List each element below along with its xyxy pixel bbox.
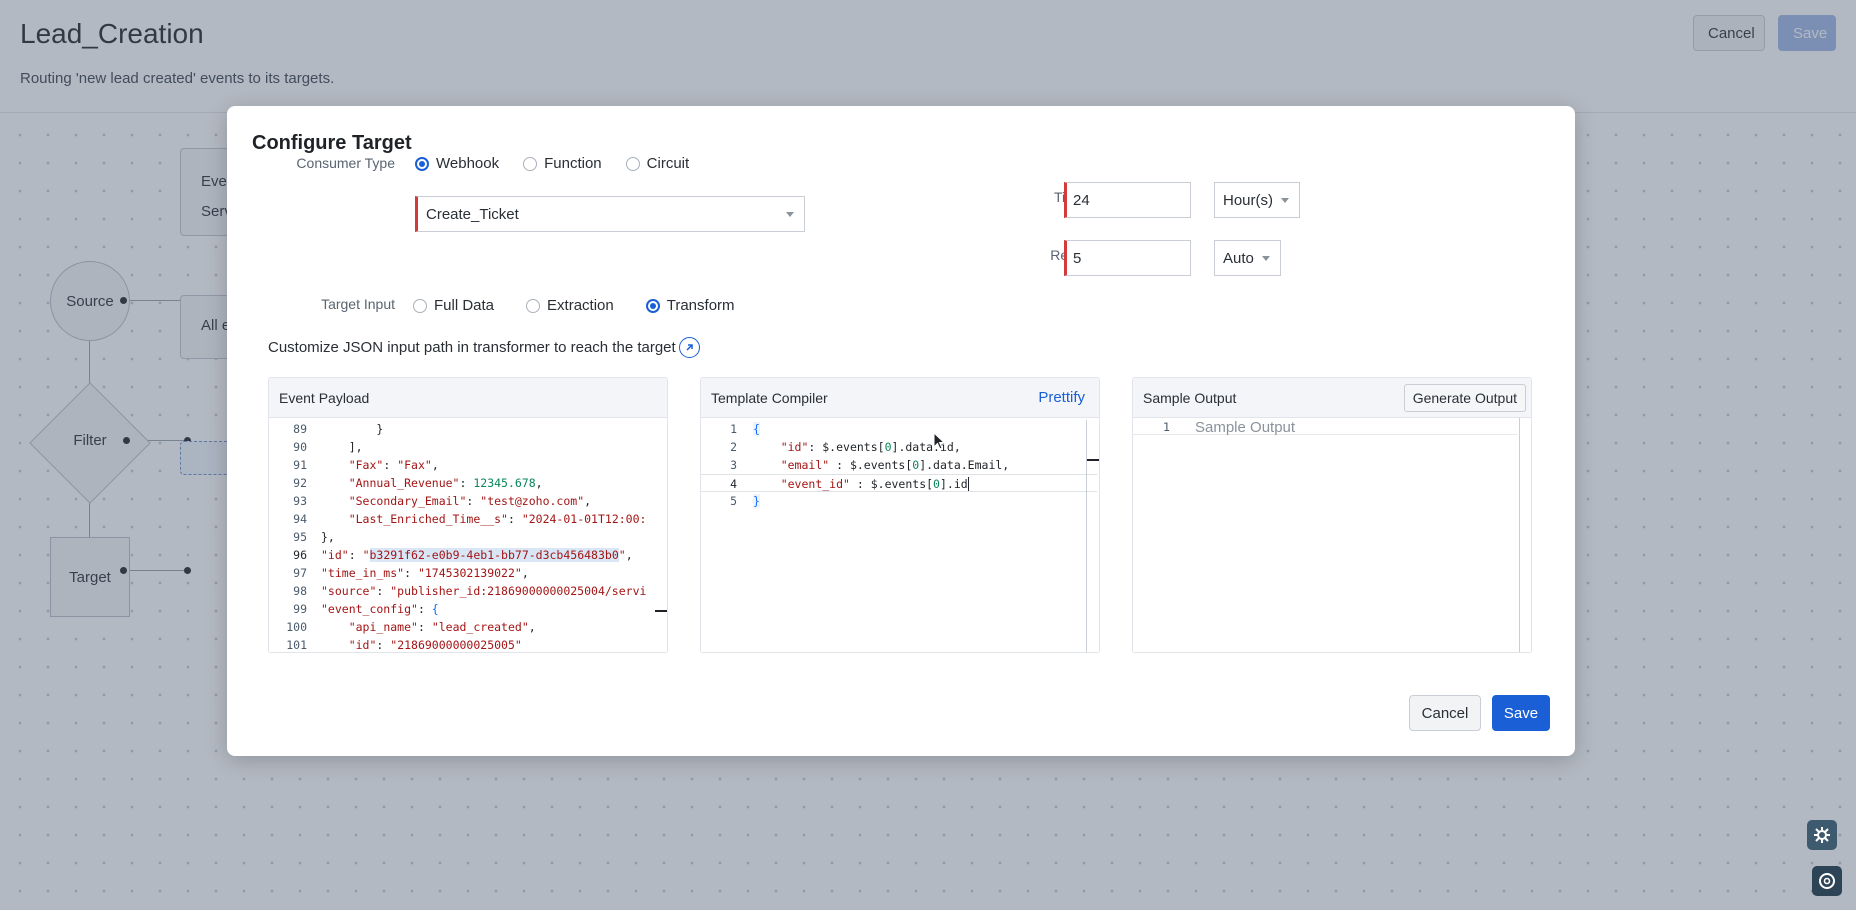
line-number: 95 [293,530,307,544]
external-link-icon[interactable] [679,337,700,358]
code-text: "id": $.events[0].data.id, [780,440,961,454]
scroll-marker [655,610,667,612]
panel-title: Template Compiler [711,390,828,406]
event-payload-panel: Event Payload 89 } 90 ], 91 "Fax": "Fax"… [268,377,668,653]
chevron-down-icon [1262,256,1270,261]
panel-title: Event Payload [279,390,370,406]
output-placeholder: Sample Output [1195,419,1296,436]
bug-report-icon[interactable] [1807,820,1837,850]
retry-mode-select[interactable]: Auto [1214,240,1281,276]
code-text: } [753,494,760,508]
payload-code-editor[interactable]: 89 } 90 ], 91 "Fax": "Fax", 92 "Annual_R… [269,420,667,652]
output-line: 1 Sample Output [1133,418,1517,436]
radio-label: Extraction [547,297,614,314]
mouse-cursor-icon [933,432,945,450]
code-text: "email" : $.events[0].data.Email, [780,458,1010,472]
code-text: "Annual_Revenue": 12345.678, [348,476,543,490]
line-number: 100 [286,620,307,634]
configure-target-modal: Configure Target Consumer Type Webhook F… [227,106,1575,756]
radio-dot [415,156,429,171]
modal-title: Configure Target [252,132,412,154]
webhook-select-value: Create_Ticket [426,205,519,223]
code-text: } [321,422,384,436]
code-text: "api_name": "lead_created", [348,620,536,634]
radio-extraction[interactable]: Extraction [526,297,614,314]
radio-dot [413,298,427,313]
line-number: 90 [293,440,307,454]
radio-circuit[interactable]: Circuit [625,155,690,172]
scroll-marker [1087,459,1099,461]
sample-output-panel: Sample Output Generate Output 1 Sample O… [1132,377,1532,653]
line-number: 97 [293,566,307,580]
panel-header: Sample Output Generate Output [1133,378,1531,418]
code-text: { [753,422,760,436]
radio-full-data[interactable]: Full Data [413,297,494,314]
line-number: 96 [293,548,307,562]
code-text: "id": "21869000000025005" [348,638,522,652]
radio-dot [526,298,541,313]
radio-label: Webhook [436,155,500,172]
code-text: "event_config": { [321,602,439,616]
line-number: 5 [730,494,737,508]
panel-title: Sample Output [1143,390,1237,406]
time-unit-select[interactable]: Hour(s) [1214,182,1300,218]
line-number: 1 [730,422,737,436]
help-icon[interactable] [1812,866,1842,896]
editor-scrollbar[interactable] [1086,420,1087,652]
code-text: "Fax": "Fax", [348,458,439,472]
line-number: 91 [293,458,307,472]
consumer-type-group: Webhook Function Circuit [415,155,713,172]
panel-header: Event Payload [269,378,667,418]
line-number: 89 [293,422,307,436]
output-scrollbar[interactable] [1519,418,1520,652]
template-code-editor[interactable]: 1 { 2 "id": $.events[0].data.id, 3 "email… [701,420,1099,652]
consumer-type-label: Consumer Type [296,155,395,171]
code-text: "Secondary_Email": "test@zoho.com", [348,494,592,508]
line-number: 4 [730,477,737,491]
line-number: 93 [293,494,307,508]
radio-transform[interactable]: Transform [645,297,735,314]
radio-dot [645,298,660,313]
line-number: 99 [293,602,307,616]
modal-save-button[interactable]: Save [1492,695,1550,731]
line-number: 3 [730,458,737,472]
code-text: "id": "b3291f62-e0b9-4eb1-bb77-d3cb45648… [321,548,633,562]
code-text: "time_in_ms": "1745302139022", [321,566,529,580]
time-to-live-input[interactable] [1064,182,1191,218]
target-input-group: Full Data Extraction Transform [413,297,759,314]
radio-label: Transform [666,297,735,314]
panel-header: Template Compiler Prettify [701,378,1099,418]
retry-count-input[interactable] [1064,240,1191,276]
prettify-button[interactable]: Prettify [1038,389,1085,406]
radio-webhook[interactable]: Webhook [415,155,499,172]
radio-label: Circuit [646,155,690,172]
radio-function[interactable]: Function [523,155,602,172]
code-text: ], [321,440,363,454]
chevron-down-icon [786,212,794,217]
modal-cancel-button[interactable]: Cancel [1409,695,1481,731]
line-number: 92 [293,476,307,490]
chevron-down-icon [1281,198,1289,203]
radio-label: Full Data [434,297,495,314]
line-number: 2 [730,440,737,454]
transformer-hint: Customize JSON input path in transformer… [268,339,676,356]
radio-label: Function [544,155,602,172]
code-text: "event_id" : $.events[0].id [780,477,969,491]
radio-dot [625,156,640,171]
target-input-label: Target Input [321,296,395,312]
template-compiler-panel: Template Compiler Prettify 1 { 2 "id": $.… [700,377,1100,653]
code-text: "Last_Enriched_Time__s": "2024-01-01T12:… [348,512,647,526]
code-text: }, [321,530,335,544]
generate-output-button[interactable]: Generate Output [1403,384,1526,412]
line-number: 1 [1163,420,1170,434]
time-unit-value: Hour(s) [1223,191,1274,209]
code-text: "source": "publisher_id:2186900000002500… [321,584,647,598]
radio-dot [523,156,538,171]
line-number: 101 [286,638,307,652]
line-number: 94 [293,512,307,526]
retry-mode-value: Auto [1223,249,1254,267]
line-number: 98 [293,584,307,598]
webhook-select[interactable]: Create_Ticket [415,196,805,232]
